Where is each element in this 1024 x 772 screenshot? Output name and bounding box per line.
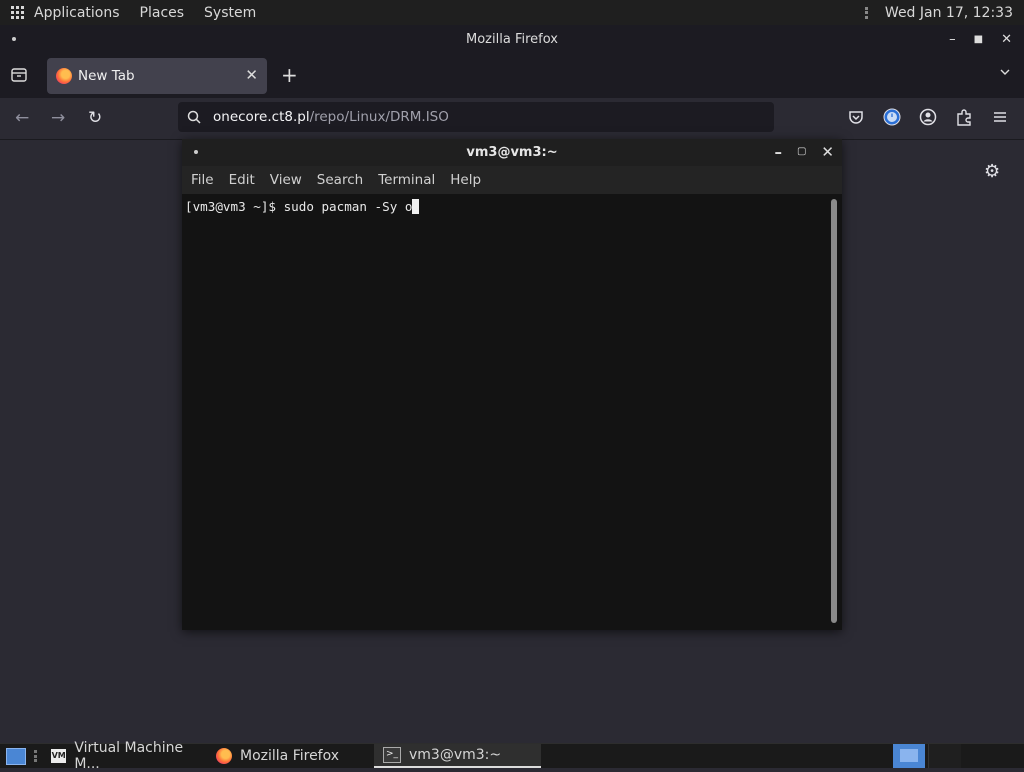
menu-search[interactable]: Search: [317, 172, 363, 188]
url-path: /repo/Linux/DRM.ISO: [309, 109, 449, 125]
terminal-menubar: File Edit View Search Terminal Help: [182, 166, 842, 194]
hamburger-menu-icon[interactable]: [991, 108, 1009, 126]
terminal-title: vm3@vm3:~: [466, 145, 558, 160]
terminal-icon: >_: [383, 747, 401, 763]
panel-handle-icon: [864, 6, 869, 19]
window-menu-icon[interactable]: [12, 37, 16, 41]
task-label: Mozilla Firefox: [240, 748, 340, 764]
panel-handle-icon: [34, 750, 37, 762]
navigation-toolbar: ← → ↻ onecore.ct8.pl/repo/Linux/DRM.ISO: [0, 98, 1024, 140]
command-text: [vm3@vm3 ~]$ sudo pacman -Sy o: [185, 199, 413, 214]
tab-label: New Tab: [78, 68, 135, 84]
top-panel: Applications Places System Wed Jan 17, 1…: [0, 0, 1024, 25]
tab-strip: New Tab ✕ +: [0, 54, 1024, 98]
task-label: vm3@vm3:~: [409, 747, 502, 763]
text-cursor: [412, 199, 420, 214]
new-tab-plus-icon[interactable]: +: [281, 63, 298, 87]
minimize-icon[interactable]: –: [949, 32, 956, 48]
task-virtual-machine-manager[interactable]: VM Virtual Machine M...: [42, 740, 207, 772]
maximize-icon[interactable]: ■: [974, 32, 983, 48]
workspace-1[interactable]: [893, 744, 925, 768]
menu-edit[interactable]: Edit: [229, 172, 255, 188]
menu-terminal[interactable]: Terminal: [378, 172, 435, 188]
reload-icon[interactable]: ↻: [88, 108, 102, 128]
menu-applications[interactable]: Applications: [34, 5, 120, 21]
terminal-titlebar[interactable]: vm3@vm3:~ – ▢ ✕: [182, 139, 842, 166]
clock[interactable]: Wed Jan 17, 12:33: [885, 5, 1013, 21]
list-all-tabs-chevron-icon[interactable]: [1000, 67, 1010, 77]
tab-close-icon[interactable]: ✕: [245, 66, 258, 84]
pocket-icon[interactable]: [847, 108, 865, 126]
back-arrow-icon[interactable]: ←: [15, 108, 29, 128]
apps-grid-icon[interactable]: [11, 5, 25, 20]
task-label: Virtual Machine M...: [74, 740, 184, 772]
terminal-line: [vm3@vm3 ~]$ sudo pacman -Sy o: [185, 199, 420, 214]
menu-view[interactable]: View: [270, 172, 302, 188]
forward-arrow-icon[interactable]: →: [51, 108, 65, 128]
show-desktop-icon[interactable]: [6, 748, 26, 765]
account-icon[interactable]: [919, 108, 937, 126]
menu-system[interactable]: System: [204, 5, 256, 21]
terminal-output[interactable]: [vm3@vm3 ~]$ sudo pacman -Sy o: [182, 194, 842, 630]
bottom-panel: VM Virtual Machine M... Mozilla Firefox …: [0, 740, 1024, 772]
menu-help[interactable]: Help: [450, 172, 481, 188]
menu-file[interactable]: File: [191, 172, 214, 188]
url-text: onecore.ct8.pl/repo/Linux/DRM.ISO: [213, 109, 449, 125]
extensions-puzzle-icon[interactable]: [955, 108, 973, 126]
firefox-view-icon[interactable]: [11, 68, 27, 82]
extension-clock-icon[interactable]: [883, 108, 901, 126]
tab-new-tab[interactable]: New Tab ✕: [47, 58, 267, 94]
task-mozilla-firefox[interactable]: Mozilla Firefox: [207, 744, 373, 768]
virt-manager-icon: VM: [51, 749, 67, 763]
search-icon: [187, 110, 201, 124]
minimize-icon[interactable]: –: [774, 143, 782, 161]
url-bar[interactable]: onecore.ct8.pl/repo/Linux/DRM.ISO: [178, 102, 774, 132]
url-host: onecore.ct8.pl: [213, 109, 310, 125]
close-icon[interactable]: ✕: [821, 143, 834, 161]
terminal-scrollbar[interactable]: [831, 199, 837, 623]
task-terminal[interactable]: >_ vm3@vm3:~: [374, 744, 541, 768]
firefox-titlebar: Mozilla Firefox – ■ ✕: [0, 25, 1024, 54]
maximize-icon[interactable]: ▢: [797, 143, 806, 161]
new-tab-settings-gear-icon[interactable]: ⚙: [984, 161, 1000, 182]
window-menu-icon[interactable]: [194, 150, 198, 154]
firefox-icon: [216, 748, 232, 764]
firefox-icon: [56, 68, 72, 84]
menu-places[interactable]: Places: [140, 5, 185, 21]
firefox-window-title: Mozilla Firefox: [466, 32, 558, 47]
workspace-2[interactable]: [928, 744, 961, 768]
terminal-window[interactable]: vm3@vm3:~ – ▢ ✕ File Edit View Search Te…: [182, 139, 842, 630]
close-icon[interactable]: ✕: [1001, 32, 1012, 48]
